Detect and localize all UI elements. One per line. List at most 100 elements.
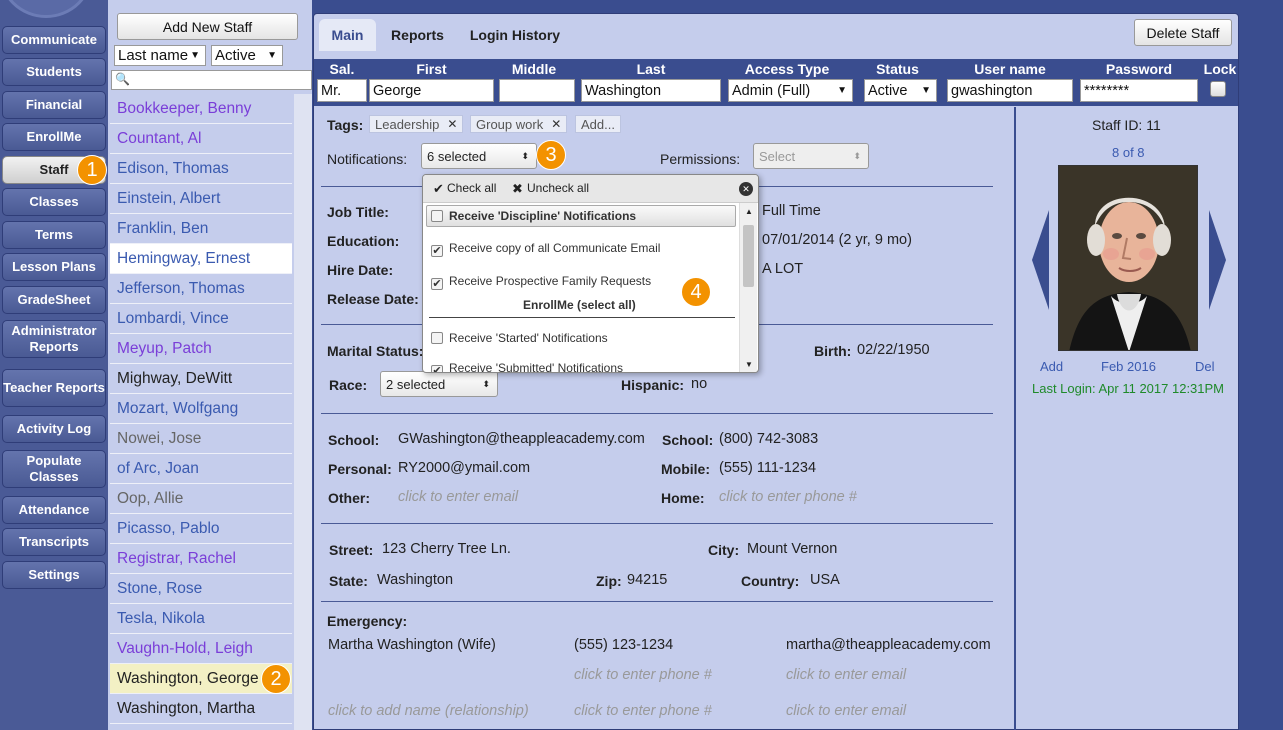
staff-list-item[interactable]: Oop, Allie bbox=[110, 484, 292, 514]
last-name-field[interactable]: Washington bbox=[581, 79, 721, 102]
race-select[interactable]: 2 selected ⬍ bbox=[380, 371, 498, 397]
emergency-contact-email[interactable]: martha@theappleacademy.com bbox=[786, 637, 991, 653]
street-value[interactable]: 123 Cherry Tree Ln. bbox=[382, 541, 511, 557]
dropdown-scrollbar[interactable]: ▲ ▼ bbox=[739, 203, 757, 372]
dropdown-option[interactable]: ✔ Receive copy of all Communicate Email bbox=[431, 241, 660, 257]
permissions-select[interactable]: Select ⬍ bbox=[753, 143, 869, 169]
birth-date[interactable]: 02/22/1950 bbox=[857, 342, 930, 358]
hispanic-value[interactable]: no bbox=[691, 376, 707, 392]
nav-settings[interactable]: Settings bbox=[2, 561, 106, 589]
staff-list-item[interactable]: Lombardi, Vince bbox=[110, 304, 292, 334]
nav-enrollme[interactable]: EnrollMe bbox=[2, 123, 106, 151]
staff-list-item[interactable]: Stone, Rose bbox=[110, 574, 292, 604]
checkbox[interactable] bbox=[431, 210, 443, 222]
add-tag-button[interactable]: Add... bbox=[575, 115, 621, 133]
emergency-email-field[interactable]: click to enter email bbox=[786, 667, 906, 683]
emergency-phone-field[interactable]: click to enter phone # bbox=[574, 703, 712, 719]
staff-list-item[interactable]: of Arc, Joan bbox=[110, 454, 292, 484]
nav-populate-classes[interactable]: Populate Classes bbox=[2, 450, 106, 488]
extra-value[interactable]: A LOT bbox=[762, 261, 803, 277]
scroll-thumb[interactable] bbox=[743, 225, 754, 287]
password-field[interactable]: ******** bbox=[1080, 79, 1198, 102]
emergency-phone-field[interactable]: click to enter phone # bbox=[574, 667, 712, 683]
delete-photo-link[interactable]: Del bbox=[1195, 359, 1215, 374]
staff-list-item[interactable]: Edison, Thomas bbox=[110, 154, 292, 184]
nav-terms[interactable]: Terms bbox=[2, 221, 106, 249]
tab-reports[interactable]: Reports bbox=[380, 19, 455, 51]
middle-name-field[interactable] bbox=[499, 79, 575, 102]
delete-staff-button[interactable]: Delete Staff bbox=[1134, 19, 1232, 46]
state-value[interactable]: Washington bbox=[377, 572, 453, 588]
home-phone-field[interactable]: click to enter phone # bbox=[719, 489, 857, 505]
staff-list-item[interactable]: Mozart, Wolfgang bbox=[110, 394, 292, 424]
staff-list-item[interactable]: Registrar, Rachel bbox=[110, 544, 292, 574]
access-type-select[interactable]: Admin (Full) ▼ bbox=[728, 79, 853, 102]
close-icon[interactable]: ✕ bbox=[739, 182, 753, 196]
close-icon[interactable]: ✕ bbox=[447, 117, 457, 131]
staff-list-item[interactable]: Picasso, Pablo bbox=[110, 514, 292, 544]
checkbox-checked[interactable]: ✔ bbox=[431, 365, 443, 372]
notifications-select[interactable]: 6 selected ⬍ bbox=[421, 143, 537, 169]
status-select[interactable]: Active ▼ bbox=[864, 79, 937, 102]
mobile-phone[interactable]: (555) 111-1234 bbox=[719, 460, 816, 476]
nav-administrator-reports[interactable]: Administrator Reports bbox=[2, 320, 106, 358]
status-filter-select[interactable]: Active ▼ bbox=[211, 45, 283, 66]
username-field[interactable]: gwashington bbox=[947, 79, 1073, 102]
staff-list-item[interactable]: Mighway, DeWitt bbox=[110, 364, 292, 394]
employment-type[interactable]: Full Time bbox=[762, 203, 821, 219]
checkbox-checked[interactable]: ✔ bbox=[431, 245, 443, 257]
staff-list-scrollbar[interactable] bbox=[294, 94, 312, 730]
staff-list-item[interactable]: Nowei, Jose bbox=[110, 424, 292, 454]
nav-transcripts[interactable]: Transcripts bbox=[2, 528, 106, 556]
nav-teacher-reports[interactable]: Teacher Reports bbox=[2, 369, 106, 407]
staff-photo[interactable] bbox=[1058, 165, 1198, 351]
nav-communicate[interactable]: Communicate bbox=[2, 26, 106, 54]
uncheck-all-button[interactable]: Uncheck all bbox=[527, 181, 589, 195]
add-new-staff-button[interactable]: Add New Staff bbox=[117, 13, 298, 40]
emergency-email-field[interactable]: click to enter email bbox=[786, 703, 906, 719]
checkbox[interactable] bbox=[431, 332, 443, 344]
dropdown-option[interactable]: ✔ Receive 'Submitted' Notifications bbox=[431, 361, 623, 372]
next-arrow-icon[interactable] bbox=[1209, 210, 1226, 310]
scroll-down-icon[interactable]: ▼ bbox=[745, 360, 753, 369]
tab-main[interactable]: Main bbox=[319, 19, 376, 51]
staff-list-item[interactable]: Countant, Al bbox=[110, 124, 292, 154]
scroll-up-icon[interactable]: ▲ bbox=[745, 207, 753, 216]
tab-login-history[interactable]: Login History bbox=[459, 19, 571, 51]
staff-list-item[interactable]: Einstein, Albert bbox=[110, 184, 292, 214]
staff-list-item[interactable]: Hemingway, Ernest bbox=[110, 244, 292, 274]
staff-list-item[interactable]: Washington, Martha bbox=[110, 694, 292, 724]
first-name-field[interactable]: George bbox=[369, 79, 494, 102]
close-icon[interactable]: ✕ bbox=[551, 117, 561, 131]
prev-arrow-icon[interactable] bbox=[1032, 210, 1049, 310]
salutation-field[interactable]: Mr. bbox=[317, 79, 367, 102]
lock-checkbox[interactable] bbox=[1210, 81, 1226, 97]
staff-list-item[interactable]: Bookkeeper, Benny bbox=[110, 94, 292, 124]
dropdown-option[interactable]: Receive 'Started' Notifications bbox=[431, 331, 608, 345]
zip-value[interactable]: 94215 bbox=[627, 572, 667, 588]
add-photo-link[interactable]: Add bbox=[1040, 359, 1063, 374]
nav-lesson-plans[interactable]: Lesson Plans bbox=[2, 253, 106, 281]
nav-classes[interactable]: Classes bbox=[2, 188, 106, 216]
nav-attendance[interactable]: Attendance bbox=[2, 496, 106, 524]
nav-activity-log[interactable]: Activity Log bbox=[2, 415, 106, 443]
dropdown-option[interactable]: Receive 'Discipline' Notifications bbox=[431, 209, 636, 223]
staff-list-item[interactable]: Vaughn-Hold, Leigh bbox=[110, 634, 292, 664]
dropdown-option[interactable]: ✔ Receive Prospective Family Requests bbox=[431, 274, 651, 290]
emergency-contact-phone[interactable]: (555) 123-1234 bbox=[574, 637, 673, 653]
staff-list-item[interactable]: Franklin, Ben bbox=[110, 214, 292, 244]
nav-gradesheet[interactable]: GradeSheet bbox=[2, 286, 106, 314]
staff-list-item[interactable]: Jefferson, Thomas bbox=[110, 274, 292, 304]
staff-list-item[interactable]: Meyup, Patch bbox=[110, 334, 292, 364]
nav-financial[interactable]: Financial bbox=[2, 91, 106, 119]
personal-email[interactable]: RY2000@ymail.com bbox=[398, 460, 530, 476]
school-phone[interactable]: (800) 742-3083 bbox=[719, 431, 818, 447]
emergency-contact-name[interactable]: Martha Washington (Wife) bbox=[328, 637, 496, 653]
nav-students[interactable]: Students bbox=[2, 58, 106, 86]
school-email[interactable]: GWashington@theappleacademy.com bbox=[398, 431, 645, 447]
check-all-button[interactable]: Check all bbox=[447, 181, 496, 195]
staff-list-item[interactable]: Tesla, Nikola bbox=[110, 604, 292, 634]
sort-select[interactable]: Last name ▼ bbox=[114, 45, 206, 66]
checkbox-checked[interactable]: ✔ bbox=[431, 278, 443, 290]
other-email-field[interactable]: click to enter email bbox=[398, 489, 518, 505]
